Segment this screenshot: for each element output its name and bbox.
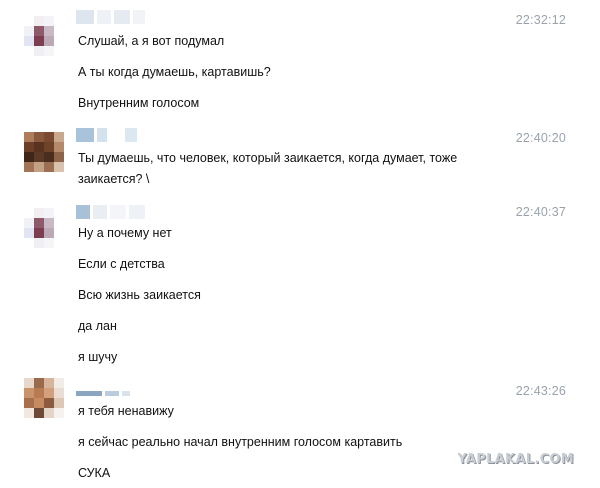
message-text: Если с детства: [78, 257, 165, 271]
sender-name-blurred[interactable]: [76, 391, 130, 396]
avatar[interactable]: [24, 132, 64, 172]
message-text: А ты когда думаешь, картавишь?: [78, 65, 271, 79]
message-text: Ты думаешь, что человек, который заикает…: [78, 151, 458, 165]
message-text: Внутренним голосом: [78, 96, 200, 110]
message-text: я сейчас реально начал внутренним голосо…: [78, 435, 403, 449]
avatar[interactable]: [24, 208, 64, 248]
message-text: Слушай, а я вот подумал: [78, 34, 225, 48]
avatar[interactable]: [24, 378, 64, 418]
message-text: Всю жизнь заикается: [78, 288, 201, 302]
message-text: я тебя ненавижу: [78, 404, 174, 418]
sender-name-blurred[interactable]: [76, 128, 137, 142]
sender-name-blurred[interactable]: [76, 205, 145, 219]
message-text: да лан: [78, 319, 117, 333]
message-timestamp: 22:40:20: [515, 131, 566, 145]
message-text: СУКА: [78, 466, 111, 480]
sender-name-blurred[interactable]: [76, 10, 145, 24]
message-text: заикается? \: [78, 172, 150, 186]
message-timestamp: 22:40:37: [515, 205, 566, 219]
message-text: Ну а почему нет: [78, 226, 172, 240]
message-timestamp: 22:32:12: [515, 13, 566, 27]
avatar[interactable]: [24, 16, 64, 56]
site-watermark: YAPLAKAL.COM: [457, 452, 574, 467]
message-text: я шучу: [78, 350, 118, 364]
message-timestamp: 22:43:26: [515, 384, 566, 398]
